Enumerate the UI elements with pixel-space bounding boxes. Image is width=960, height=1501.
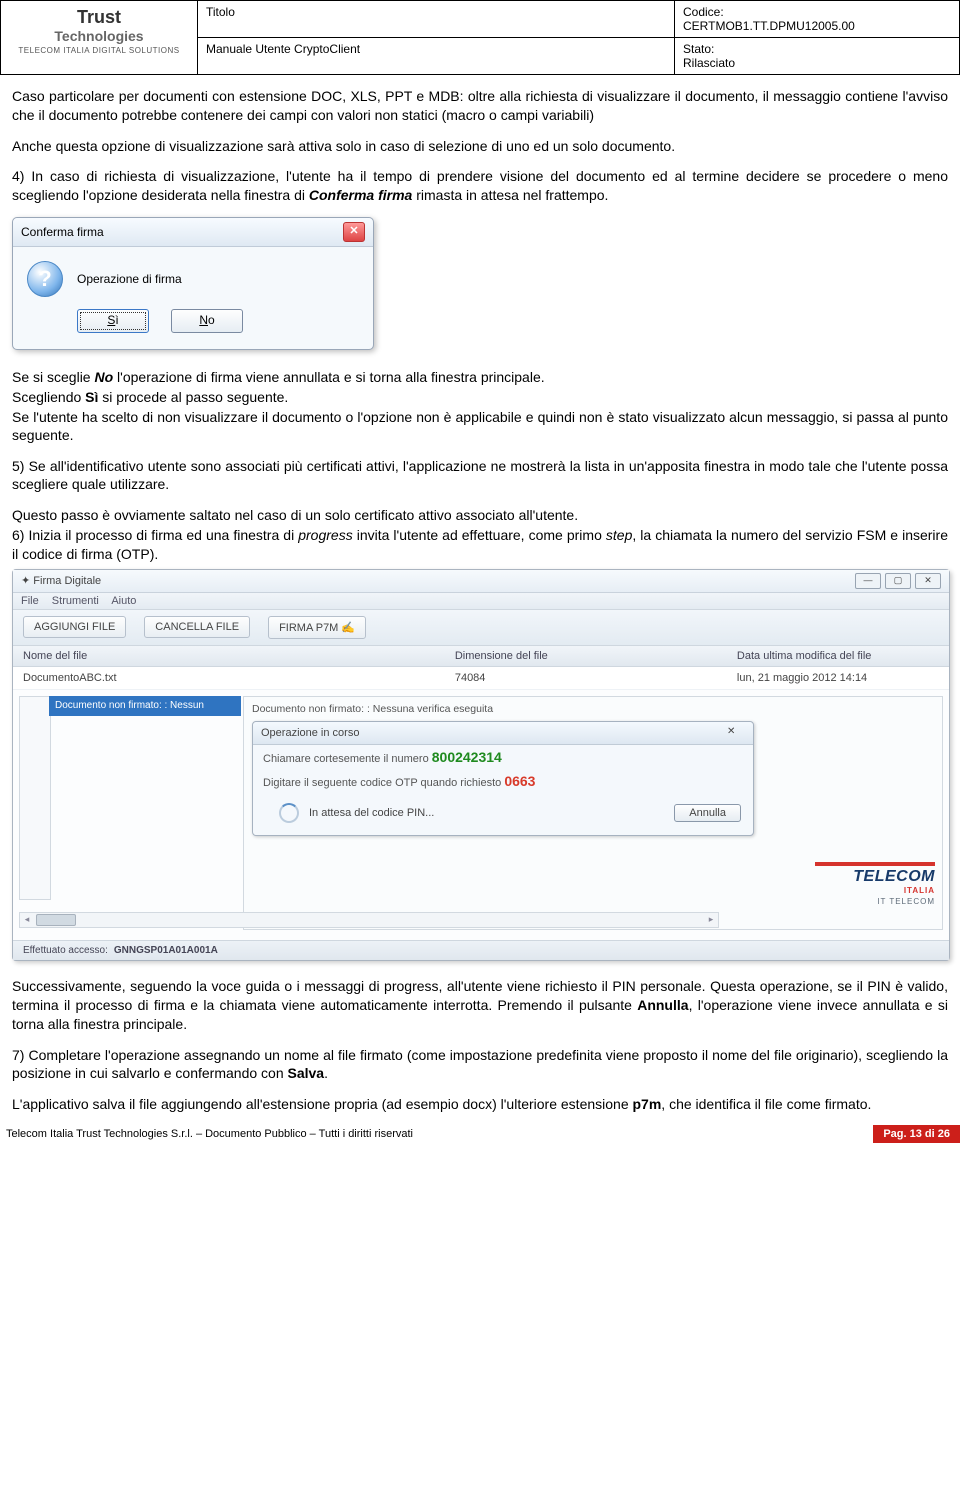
file-table-header: Nome del file Dimensione del file Data u… [13, 646, 949, 667]
codice-value: CERTMOB1.TT.DPMU12005.00 [683, 19, 855, 33]
inner-close-icon[interactable]: ✕ [727, 725, 745, 741]
menu-file[interactable]: File [21, 595, 39, 607]
close-icon[interactable]: ✕ [343, 222, 365, 242]
paragraph-opzione-attiva: Anche questa opzione di visualizzazione … [12, 137, 948, 155]
status-bar: Effettuato accesso: GNNGSP01A01A001A [13, 940, 949, 960]
otp-line: Digitare il seguente codice OTP quando r… [253, 769, 753, 793]
otp-code: 0663 [504, 773, 535, 789]
menu-bar: File Strumenti Aiuto [13, 593, 949, 610]
logo-tagline: TELECOM ITALIA DIGITAL SOLUTIONS [9, 46, 189, 55]
paragraph-salva-file: L'applicativo salva il file aggiungendo … [12, 1095, 948, 1113]
left-tree-stub [19, 696, 51, 900]
cell-date: lun, 21 maggio 2012 14:14 [727, 667, 960, 689]
stato-cell: Stato: Rilasciato [675, 38, 960, 75]
paragraph-step6: 6) Inizia il processo di firma ed una fi… [12, 526, 948, 562]
no-button[interactable]: No [171, 309, 243, 333]
table-row[interactable]: DocumentoABC.txt 74084 lun, 21 maggio 20… [13, 667, 949, 690]
stato-label: Stato: [683, 42, 714, 56]
col-data: Data ultima modifica del file [727, 646, 960, 666]
codice-label: Codice: [683, 5, 724, 19]
phone-number: 800242314 [432, 749, 502, 765]
unsigned-banner-left: Documento non firmato: : Nessun [49, 696, 241, 716]
paragraph-scelta-no: Se si sceglie No l'operazione di firma v… [12, 368, 948, 386]
menu-aiuto[interactable]: Aiuto [111, 595, 136, 607]
paragraph-step7: 7) Completare l'operazione assegnando un… [12, 1046, 948, 1084]
call-number-line: Chiamare cortesemente il numero 80024231… [253, 745, 753, 769]
logo-sub: Technologies [9, 28, 189, 44]
paragraph-saltato: Questo passo è ovviamente saltato nel ca… [12, 506, 948, 524]
maximize-icon[interactable]: ▢ [885, 573, 911, 589]
firma-digitale-window: ✦ Firma Digitale — ▢ ✕ File Strumenti Ai… [12, 569, 950, 961]
col-dimensione: Dimensione del file [445, 646, 727, 666]
scroll-right-icon[interactable]: ▸ [704, 914, 718, 925]
paragraph-caso-particolare: Caso particolare per documenti con esten… [12, 87, 948, 125]
document-header: Trust Technologies TELECOM ITALIA DIGITA… [0, 0, 960, 75]
menu-strumenti[interactable]: Strumenti [52, 595, 99, 607]
unsigned-message: Documento non firmato: : Nessuna verific… [252, 703, 934, 715]
cell-nome: DocumentoABC.txt [13, 667, 445, 689]
telecom-logo: TELECOM ITALIA IT TELECOM [815, 862, 935, 906]
operazione-in-corso-dialog: Operazione in corso ✕ Chiamare corteseme… [252, 721, 754, 836]
page-footer: Telecom Italia Trust Technologies S.r.l.… [0, 1125, 960, 1143]
minimize-icon[interactable]: — [855, 573, 881, 589]
footer-left: Telecom Italia Trust Technologies S.r.l.… [0, 1125, 419, 1143]
conferma-firma-dialog: Conferma firma ✕ ? Operazione di firma S… [12, 217, 374, 350]
close-window-icon[interactable]: ✕ [915, 573, 941, 589]
stato-value: Rilasciato [683, 56, 735, 70]
firma-p7m-button[interactable]: FIRMA P7M ✍ [268, 616, 366, 639]
lower-pane: Documento non firmato: : Nessun Document… [13, 690, 949, 940]
status-user: GNNGSP01A01A001A [114, 945, 218, 956]
logo-cell: Trust Technologies TELECOM ITALIA DIGITA… [1, 1, 198, 75]
app-titlebar: ✦ Firma Digitale — ▢ ✕ [13, 570, 949, 593]
scroll-left-icon[interactable]: ◂ [20, 914, 34, 925]
dialog-message: Operazione di firma [77, 272, 182, 286]
paragraph-successivamente: Successivamente, seguendo la voce guida … [12, 977, 948, 1034]
yes-button[interactable]: Sì [77, 309, 149, 333]
spinner-icon [279, 803, 299, 823]
sign-icon: ✍ [341, 622, 355, 634]
status-label: Effettuato accesso: [23, 945, 108, 956]
cancella-file-button[interactable]: CANCELLA FILE [144, 616, 250, 638]
logo-name: Trust [77, 7, 121, 27]
dialog-title: Conferma firma [21, 225, 104, 239]
paragraph-step4: 4) In caso di richiesta di visualizzazio… [12, 167, 948, 205]
footer-page-number: Pag. 13 di 26 [873, 1125, 960, 1143]
paragraph-scelta-si: Scegliendo Sì si procede al passo seguen… [12, 388, 948, 406]
inner-dialog-title: Operazione in corso [261, 727, 359, 739]
annulla-button[interactable]: Annulla [674, 804, 741, 822]
titolo-label: Titolo [198, 1, 675, 38]
aggiungi-file-button[interactable]: AGGIUNGI FILE [23, 616, 126, 638]
manuale-title: Manuale Utente CryptoClient [198, 38, 675, 75]
paragraph-step5: 5) Se all'identificativo utente sono ass… [12, 457, 948, 495]
progress-text: In attesa del codice PIN... [309, 807, 434, 819]
toolbar: AGGIUNGI FILE CANCELLA FILE FIRMA P7M ✍ [13, 610, 949, 646]
col-nome: Nome del file [13, 646, 445, 666]
question-icon: ? [27, 261, 63, 297]
codice-cell: Codice: CERTMOB1.TT.DPMU12005.00 [675, 1, 960, 38]
horizontal-scrollbar[interactable]: ◂ ▸ [19, 912, 719, 928]
paragraph-no-visual: Se l'utente ha scelto di non visualizzar… [12, 408, 948, 444]
app-title: Firma Digitale [33, 575, 101, 587]
scroll-thumb[interactable] [36, 914, 76, 926]
cell-size: 74084 [445, 667, 727, 689]
dialog-titlebar: Conferma firma ✕ [13, 218, 373, 247]
